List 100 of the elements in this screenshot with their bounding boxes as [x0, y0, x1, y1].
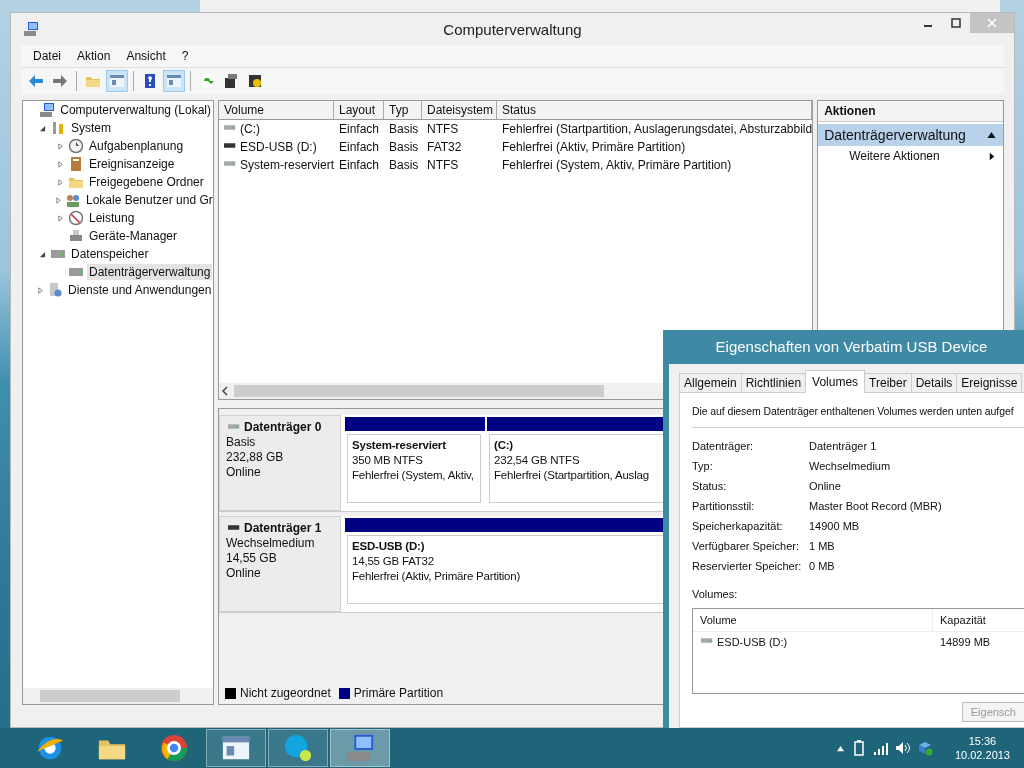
gauge-icon [68, 210, 84, 226]
clock-icon [68, 138, 84, 154]
box-icon[interactable] [916, 740, 933, 756]
monitor-icon [39, 102, 56, 118]
disk-type: Wechselmedium [226, 536, 316, 551]
tree-item[interactable]: Datenspeicher [69, 246, 151, 262]
signal-icon[interactable] [872, 740, 889, 756]
column-header[interactable]: Volume [219, 101, 334, 119]
tree-item[interactable]: Lokale Benutzer und Gr [84, 192, 213, 208]
date-text: 10.02.2013 [954, 748, 1010, 762]
property-value: Master Boot Record (MBR) [809, 500, 943, 512]
legend-label: Nicht zugeordnet [240, 686, 331, 700]
disk-info-panel[interactable]: Datenträger 1 Wechselmedium 14,55 GB Online [219, 516, 341, 612]
tab[interactable]: Allgemein [679, 373, 742, 392]
property-label: Verfügbarer Speicher: [692, 540, 800, 552]
help-icon [142, 73, 158, 89]
tab[interactable]: Volumes [805, 370, 866, 393]
monitor-icon [345, 733, 375, 763]
scrollbar[interactable] [23, 688, 213, 704]
taskbar-button[interactable] [206, 729, 266, 767]
column-header[interactable]: Status [497, 101, 813, 119]
forward-icon [52, 73, 68, 89]
table-cell-text: (C:) [240, 121, 260, 138]
tree-item[interactable]: Leistung [87, 210, 137, 226]
refresh-icon [199, 73, 215, 89]
table-cell-text: Fehlerfrei (Startpartition, Auslagerungsdatei, Absturzabbild [501, 121, 813, 138]
taskbar-button[interactable] [268, 729, 328, 767]
tab[interactable]: Ereignisse [956, 373, 1023, 392]
table-cell-text: NTFS [426, 121, 460, 138]
property-label: Status: [692, 480, 728, 492]
expand-arrow-icon[interactable] [56, 178, 64, 186]
tree-item[interactable]: Aufgabenplanung [87, 138, 186, 154]
collapse-arrow-icon[interactable] [38, 124, 46, 132]
expand-arrow-icon[interactable] [55, 196, 62, 204]
panel-icon [166, 73, 182, 89]
table-cell-text: Basis [388, 157, 420, 174]
actions-section[interactable]: Datenträgerverwaltung [818, 124, 1003, 146]
table-cell-text: Einfach [338, 157, 381, 174]
tree-item[interactable]: Dienste und Anwendungen [66, 282, 213, 298]
partition-size: 14,55 GB FAT32 [352, 554, 434, 569]
description-text: Die auf diesem Datenträger enthaltenen Volumes werden unten aufgef [692, 405, 1024, 428]
collapse-arrow-icon[interactable] [38, 250, 46, 258]
tree-item[interactable]: Datenträgerverwaltung [87, 264, 213, 280]
partition-status: Fehlerfrei (System, Aktiv, [352, 468, 474, 483]
tree-item[interactable]: System [69, 120, 113, 136]
list-cell-text: 14899 MB [939, 635, 991, 650]
legend-label: Primäre Partition [353, 686, 444, 700]
disk-size: 14,55 GB [226, 551, 278, 566]
column-header[interactable]: Layout [334, 101, 384, 119]
tree-item[interactable]: Ereignisanzeige [87, 156, 177, 172]
disk-info-panel[interactable]: Datenträger 0 Basis 232,88 GB Online [219, 415, 341, 511]
caret-icon[interactable] [835, 744, 845, 752]
toolbar-separator [133, 71, 134, 91]
table-cell-text: NTFS [426, 157, 460, 174]
table-cell-text: FAT32 [426, 139, 463, 156]
menu-item[interactable]: Aktion [71, 47, 117, 65]
time-text: 15:36 [968, 734, 997, 748]
column-header[interactable]: Volume [693, 609, 933, 631]
property-label: Speicherkapazität: [692, 520, 784, 532]
disk-type: Basis [226, 435, 257, 450]
clock[interactable]: 15:36 10.02.2013 [954, 734, 1010, 762]
menu-item[interactable]: ? [175, 47, 195, 65]
partition-panel[interactable]: System-reserviert 350 MB NTFS Fehlerfrei (System, Aktiv, [347, 434, 481, 503]
expand-arrow-icon[interactable] [56, 160, 64, 168]
taskbar-button[interactable] [330, 729, 390, 767]
property-value: Datenträger 1 [809, 440, 878, 452]
toolbar-separator [76, 71, 77, 91]
book-icon [68, 156, 84, 172]
expand-arrow-icon[interactable] [56, 214, 64, 222]
tree-item[interactable]: Computerverwaltung (Lokal) [58, 102, 213, 118]
circle-icon [159, 733, 189, 763]
volumes-list[interactable]: Volume Kapazität ESD-USB (D:) 14899 MB [692, 608, 1024, 694]
tree-item[interactable]: Freigegebene Ordner [87, 174, 206, 190]
partition-size: 232,54 GB NTFS [494, 453, 580, 468]
tree-item[interactable]: Geräte-Manager [87, 228, 180, 244]
menu-item[interactable]: Ansicht [120, 47, 172, 65]
toolbar-separator [190, 71, 191, 91]
menu-item[interactable]: Datei [27, 47, 67, 65]
table-cell-text: Basis [388, 139, 420, 156]
volumes-label: Volumes: [692, 588, 739, 600]
table-cell-text: Fehlerfrei (Aktiv, Primäre Partition) [501, 139, 687, 156]
action-link[interactable]: Weitere Aktionen [849, 149, 940, 163]
column-header[interactable]: Typ [384, 101, 422, 119]
expand-arrow-icon[interactable] [37, 286, 44, 294]
printer-icon [68, 228, 84, 244]
chat-icon [283, 733, 313, 763]
property-value: Wechselmedium [809, 460, 892, 472]
partition-name: ESD-USB (D:) [352, 539, 425, 554]
expand-arrow-icon[interactable] [56, 142, 64, 150]
disk-size: 232,88 GB [226, 450, 285, 465]
column-header[interactable]: Dateisystem [422, 101, 497, 119]
list-cell-text: ESD-USB (D:) [717, 635, 788, 650]
collapse-arrow-icon[interactable] [986, 131, 997, 139]
window-title: Computerverwaltung [443, 20, 582, 38]
property-value: 14900 MB [809, 520, 861, 532]
property-value: 0 MB [809, 560, 836, 572]
column-header[interactable]: Kapazität [933, 609, 986, 631]
speaker-icon[interactable] [894, 740, 911, 756]
close-icon [987, 18, 997, 28]
property-label: Reservierter Speicher: [692, 560, 803, 572]
